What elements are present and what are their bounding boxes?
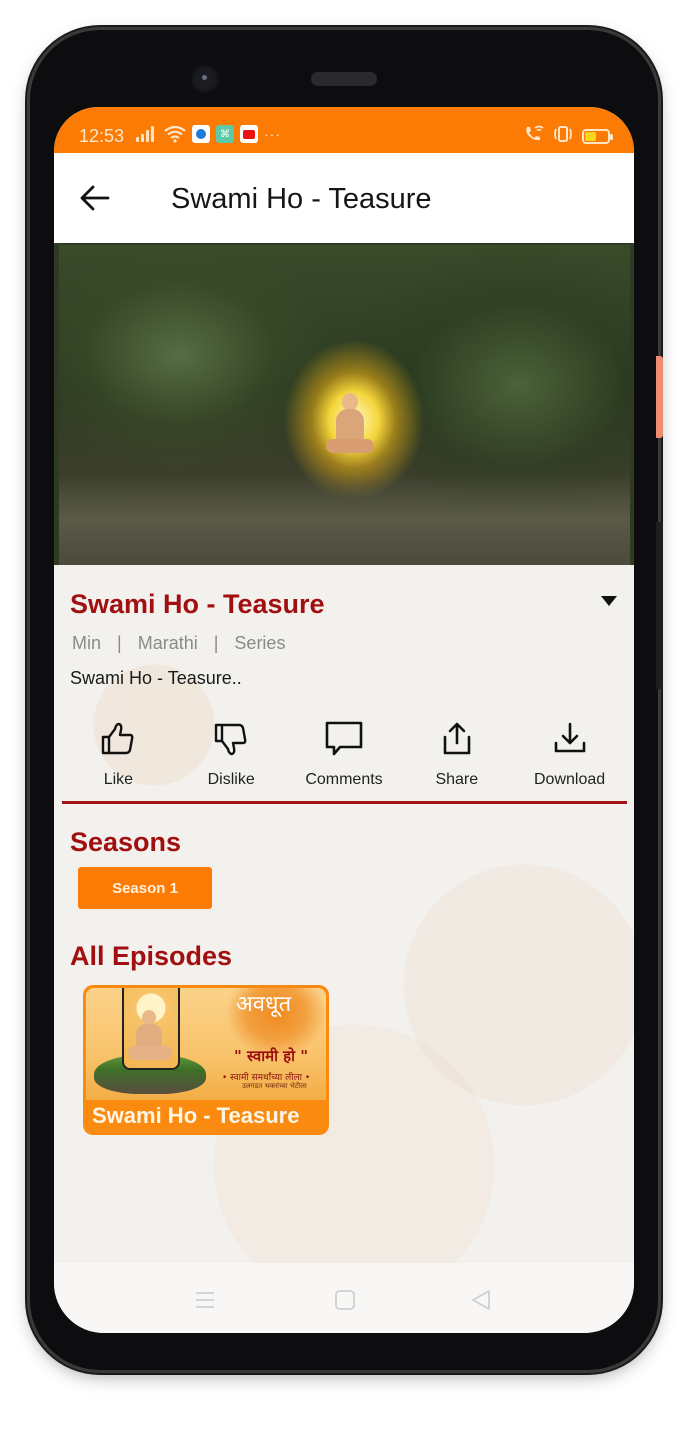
- system-nav-bar: [54, 1263, 634, 1333]
- episodes-heading: All Episodes: [70, 941, 233, 971]
- video-player[interactable]: [54, 243, 634, 565]
- back-button[interactable]: [78, 183, 112, 213]
- episode-title: Swami Ho - Teasure: [92, 1103, 300, 1128]
- like-button[interactable]: Like: [62, 713, 175, 793]
- power-button: [656, 356, 663, 438]
- meta-separator: |: [117, 633, 122, 653]
- screen: 12:53 ⌘ ··· Swami Ho - Teasure Swami Ho …: [54, 107, 634, 1333]
- app-notification-teal-icon: ⌘: [216, 125, 234, 143]
- content-description: Swami Ho - Teasure..: [70, 668, 242, 688]
- seasons-heading: Seasons: [70, 827, 182, 857]
- download-label: Download: [534, 771, 606, 788]
- thumbnail-figure: [128, 1010, 172, 1066]
- content-details: Swami Ho - Teasure Min | Marathi | Serie…: [54, 565, 634, 1265]
- status-time: 12:53: [79, 126, 125, 146]
- front-camera: [190, 64, 220, 94]
- battery-icon: [582, 129, 613, 144]
- arrow-left-icon: [80, 185, 110, 211]
- caret-down-icon[interactable]: [601, 596, 617, 606]
- recents-icon: [196, 1292, 214, 1308]
- download-button[interactable]: Download: [513, 713, 626, 793]
- back-icon: [472, 1290, 490, 1310]
- video-thumbnail-ground: [59, 475, 630, 565]
- content-meta: Min | Marathi | Series: [72, 633, 285, 654]
- share-button[interactable]: Share: [400, 713, 513, 793]
- more-notifications-icon: ···: [264, 126, 281, 142]
- thumbnail-text: " स्वामी हो ": [234, 1047, 309, 1065]
- meta-duration: Min: [72, 633, 102, 653]
- status-bar: 12:53 ⌘ ···: [54, 107, 634, 153]
- battery-level: [585, 132, 596, 141]
- episode-card[interactable]: अवधूत " स्वामी हो " • स्वामी समर्थांच्या…: [83, 985, 329, 1135]
- meta-language: Marathi: [137, 633, 198, 653]
- vibrate-icon: [552, 125, 574, 148]
- wifi-icon: [164, 125, 186, 143]
- app-bar: Swami Ho - Teasure: [54, 153, 634, 243]
- thumbs-down-icon: [214, 723, 247, 756]
- action-bar: Like Dislike Comments Share Download: [62, 713, 626, 793]
- content-title: Swami Ho - Teasure: [70, 589, 325, 619]
- season-tab-1[interactable]: Season 1: [78, 867, 212, 909]
- thumbs-up-icon: [102, 722, 134, 755]
- thumbnail-logo: अवधूत: [236, 992, 292, 1017]
- download-icon: [554, 722, 585, 753]
- comments-button[interactable]: Comments: [288, 713, 401, 793]
- meta-separator: |: [213, 633, 219, 653]
- recents-button[interactable]: [194, 1289, 216, 1311]
- share-icon: [443, 722, 471, 755]
- wifi-calling-icon: [524, 125, 544, 148]
- app-notification-blue-icon: [192, 125, 210, 143]
- home-button[interactable]: [334, 1289, 356, 1311]
- share-label: Share: [435, 771, 479, 788]
- status-left-icons: ⌘ ···: [136, 125, 281, 143]
- like-label: Like: [103, 771, 134, 788]
- dislike-button[interactable]: Dislike: [175, 713, 288, 793]
- youtube-notification-icon: [240, 125, 258, 143]
- volume-button: [656, 522, 663, 689]
- earpiece-speaker: [311, 72, 377, 86]
- video-thumbnail-figure: [326, 393, 374, 463]
- home-icon: [335, 1290, 355, 1310]
- comment-icon: [325, 721, 363, 756]
- page-title: Swami Ho - Teasure: [171, 183, 432, 215]
- comments-label: Comments: [305, 771, 383, 788]
- system-back-button[interactable]: [470, 1289, 492, 1311]
- dislike-label: Dislike: [207, 771, 255, 788]
- episode-thumbnail: अवधूत " स्वामी हो " • स्वामी समर्थांच्या…: [86, 988, 326, 1100]
- section-divider: [62, 801, 627, 804]
- meta-type: Series: [234, 633, 286, 653]
- thumbnail-subtext-2: उलगडत भक्तांच्या भेटीला: [242, 1082, 307, 1090]
- status-right-icons: [524, 125, 613, 148]
- signal-icon: [136, 126, 158, 142]
